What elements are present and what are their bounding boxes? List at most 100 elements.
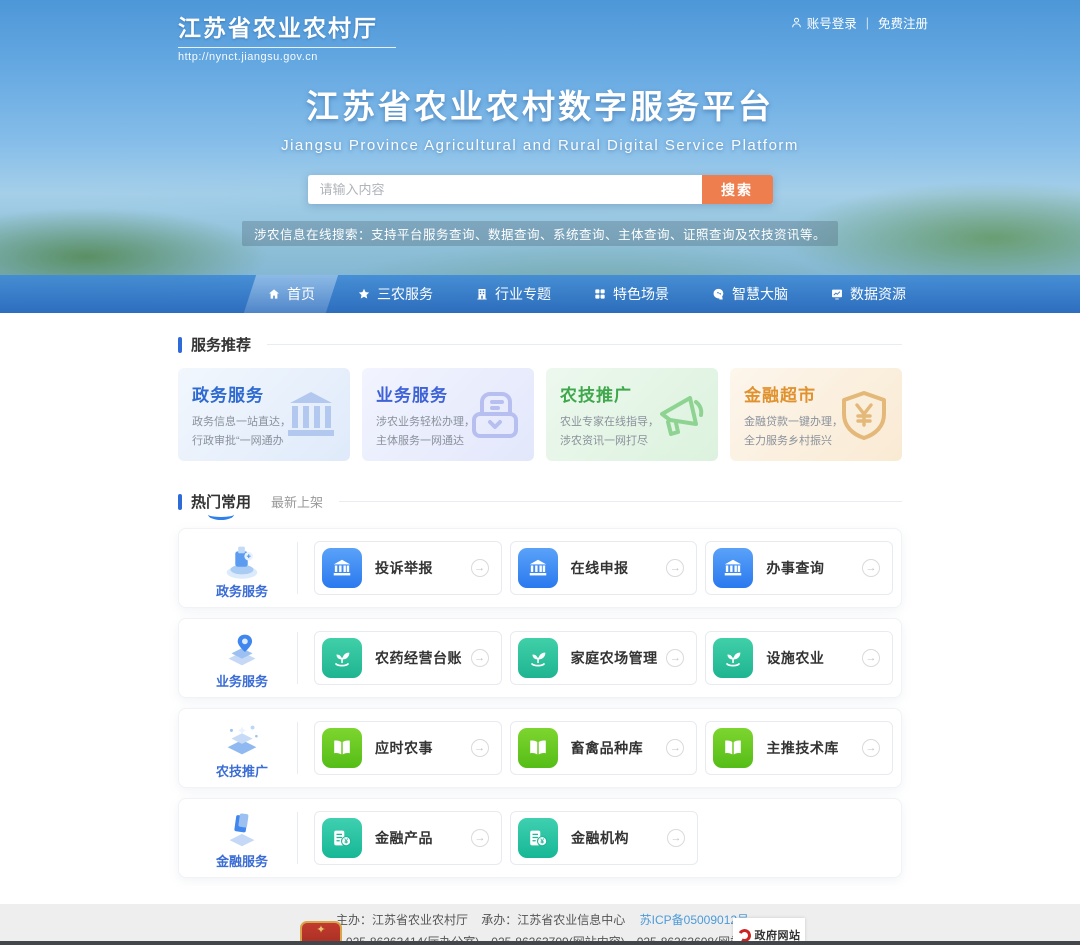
- login-label: 账号登录: [807, 13, 857, 32]
- service-pesticide-ledger[interactable]: 农药经营台账 →: [314, 631, 502, 685]
- arrow-icon: →: [862, 649, 880, 667]
- arrow-icon: →: [862, 559, 880, 577]
- bottom-dark-strip: [0, 941, 1080, 945]
- service-financial-institutions[interactable]: ¥ 金融机构 →: [510, 811, 698, 865]
- footer-line1: 主办：江苏省农业农村厅 承办：江苏省农业信息中心 苏ICP备05009012号: [0, 911, 1080, 928]
- star-icon: [357, 287, 371, 301]
- account-area: 账号登录 | 免费注册: [790, 13, 928, 32]
- service-seasonal-farming[interactable]: 应时农事 →: [314, 721, 502, 775]
- site-logo[interactable]: 江苏省农业农村厅 http://nynct.jiangsu.gov.cn: [178, 9, 396, 63]
- register-label: 免费注册: [878, 13, 928, 32]
- home-icon: [267, 287, 281, 301]
- service-complaint-report[interactable]: 投诉举报 →: [314, 541, 502, 595]
- nav-item-home[interactable]: 首页: [250, 275, 332, 313]
- book-icon: [331, 737, 353, 759]
- service-main-tech-library[interactable]: 主推技术库 →: [705, 721, 893, 775]
- service-family-farm[interactable]: 家庭农场管理 →: [510, 631, 698, 685]
- bank-icon: [722, 557, 744, 579]
- bank-icon: [282, 388, 340, 440]
- top-bar: 江苏省农业农村厅 http://nynct.jiangsu.gov.cn 账号登…: [0, 0, 1080, 62]
- service-groups: 政务服务 投诉举报 → 在线申报 → 办事查询 →: [178, 528, 902, 878]
- logo-divider: [178, 47, 396, 48]
- svg-text:¥: ¥: [540, 839, 544, 846]
- coins-icon: ¥: [331, 827, 353, 849]
- government-3d-illustration: [219, 537, 265, 583]
- service-online-declare[interactable]: 在线申报 →: [510, 541, 698, 595]
- service-affairs-query[interactable]: 办事查询 →: [705, 541, 893, 595]
- nav-item-scenes[interactable]: 特色场景: [576, 275, 686, 313]
- tab-hot-common[interactable]: 热门常用: [191, 491, 251, 512]
- section-divider-line: [339, 501, 902, 502]
- category-government: 政务服务: [195, 537, 289, 600]
- section-divider-line: [267, 344, 902, 345]
- nav-item-industry[interactable]: 行业专题: [458, 275, 568, 313]
- category-finance: 金融服务: [195, 807, 289, 870]
- site-url: http://nynct.jiangsu.gov.cn: [178, 51, 396, 63]
- group-row-finance: 金融服务 ¥ 金融产品 → ¥ 金融机构 →: [178, 798, 902, 878]
- recommend-card-finance[interactable]: 金融超市 金融贷款一键办理，全力服务乡村振兴: [730, 368, 902, 461]
- footer-organizer: 承办：江苏省农业信息中心: [481, 913, 625, 927]
- book-icon: [527, 737, 549, 759]
- footer-host: 主办：江苏省农业农村厅: [336, 913, 468, 927]
- grid-icon: [593, 287, 607, 301]
- search-bar: 搜索: [308, 175, 773, 204]
- service-facility-agriculture[interactable]: 设施农业 →: [705, 631, 893, 685]
- svg-text:¥: ¥: [344, 839, 348, 846]
- category-business: 业务服务: [195, 627, 289, 690]
- site-name: 江苏省农业农村厅: [178, 9, 396, 43]
- recommend-section-header: 服务推荐: [178, 334, 902, 355]
- section-accent-bar: [178, 494, 182, 510]
- group-row-government: 政务服务 投诉举报 → 在线申报 → 办事查询 →: [178, 528, 902, 608]
- vertical-divider: [297, 812, 298, 864]
- service-livestock-breeds[interactable]: 畜禽品种库 →: [510, 721, 698, 775]
- arrow-icon: →: [471, 739, 489, 757]
- message-folder-icon: [466, 388, 524, 442]
- book-icon: [722, 737, 744, 759]
- sprout-icon: [331, 647, 353, 669]
- arrow-icon: →: [666, 739, 684, 757]
- search-input[interactable]: [308, 175, 702, 204]
- recommend-card-agritech[interactable]: 农技推广 农业专家在线指导，涉农资讯一网打尽: [546, 368, 718, 461]
- recommend-title: 服务推荐: [191, 334, 251, 355]
- main-nav: 首页 三农服务 行业专题 特色场景 智慧大脑: [0, 275, 1080, 313]
- nav-item-brain[interactable]: 智慧大脑: [694, 275, 805, 313]
- bank-icon: [527, 557, 549, 579]
- search-hint-row: 涉农信息在线搜索：支持平台服务查询、数据查询、系统查询、主体查询、证照查询及农技…: [0, 221, 1080, 246]
- register-link[interactable]: 免费注册: [878, 13, 928, 32]
- recommend-card-government[interactable]: 政务服务 政务信息一站直达，行政审批“一网通办: [178, 368, 350, 461]
- chart-icon: [830, 287, 844, 301]
- finance-3d-illustration: [219, 807, 265, 853]
- search-hint: 涉农信息在线搜索：支持平台服务查询、数据查询、系统查询、主体查询、证照查询及农技…: [242, 221, 838, 246]
- recommend-card-business[interactable]: 业务服务 涉农业务轻松办理，主体服务一网通达: [362, 368, 534, 461]
- service-financial-products[interactable]: ¥ 金融产品 →: [314, 811, 502, 865]
- arrow-icon: →: [667, 829, 685, 847]
- hot-section-header: 热门常用 最新上架: [178, 491, 902, 512]
- group-row-business: 业务服务 农药经营台账 → 家庭农场管理 → 设施农业 →: [178, 618, 902, 698]
- tab-newest[interactable]: 最新上架: [271, 492, 323, 511]
- agritech-3d-illustration: [219, 717, 265, 763]
- platform-title: 江苏省农业农村数字服务平台: [0, 80, 1080, 128]
- megaphone-icon: [648, 388, 708, 442]
- vertical-divider: [297, 542, 298, 594]
- login-link[interactable]: 账号登录: [790, 13, 857, 32]
- footer: 主办：江苏省农业农村厅 承办：江苏省农业信息中心 苏ICP备05009012号 …: [0, 904, 1080, 945]
- business-3d-illustration: [219, 627, 265, 673]
- nav-item-data[interactable]: 数据资源: [813, 275, 923, 313]
- bank-icon: [331, 557, 353, 579]
- user-icon: [790, 16, 803, 29]
- search-button[interactable]: 搜索: [702, 175, 773, 204]
- arrow-icon: →: [471, 649, 489, 667]
- vertical-divider: [297, 722, 298, 774]
- shield-yuan-icon: [836, 388, 892, 444]
- coins-icon: ¥: [527, 827, 549, 849]
- sprout-icon: [527, 647, 549, 669]
- main-content: 服务推荐 政务服务 政务信息一站直达，行政审批“一网通办 业务服务 涉农业务轻松…: [0, 313, 1080, 904]
- vertical-divider: [297, 632, 298, 684]
- nav-item-sannong[interactable]: 三农服务: [340, 275, 450, 313]
- section-accent-bar: [178, 337, 182, 353]
- arrow-icon: →: [666, 559, 684, 577]
- platform-subtitle-en: Jiangsu Province Agricultural and Rural …: [0, 137, 1080, 154]
- arrow-icon: →: [471, 829, 489, 847]
- sprout-icon: [722, 647, 744, 669]
- arrow-icon: →: [666, 649, 684, 667]
